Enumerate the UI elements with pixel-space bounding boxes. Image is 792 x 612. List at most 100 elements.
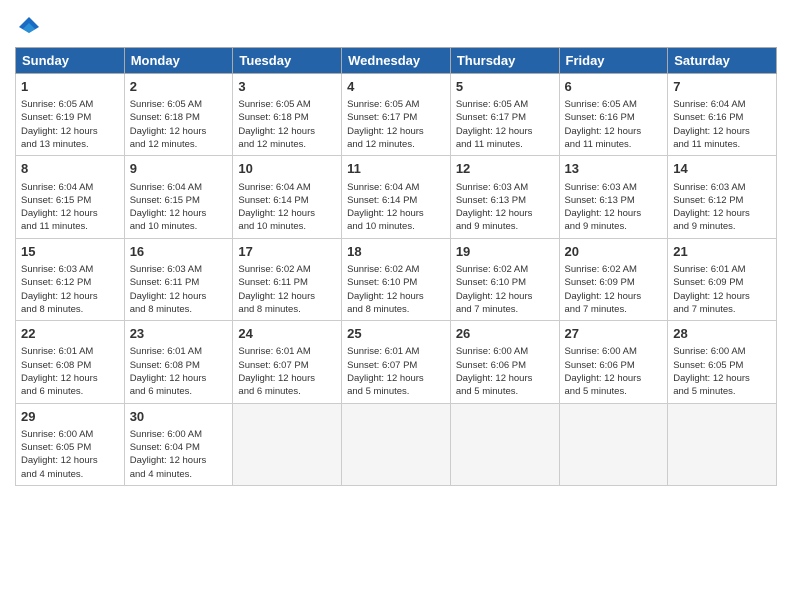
day-info-line: Sunset: 6:07 PM xyxy=(347,359,445,372)
day-info-line: Sunrise: 6:02 AM xyxy=(347,263,445,276)
calendar-cell: 26Sunrise: 6:00 AMSunset: 6:06 PMDayligh… xyxy=(450,321,559,403)
day-info-line: Daylight: 12 hours xyxy=(456,372,554,385)
calendar-cell: 11Sunrise: 6:04 AMSunset: 6:14 PMDayligh… xyxy=(342,156,451,238)
day-info-line: Sunrise: 6:04 AM xyxy=(130,181,228,194)
day-number: 6 xyxy=(565,78,663,96)
day-header-friday: Friday xyxy=(559,48,668,74)
day-info-line: and 5 minutes. xyxy=(347,385,445,398)
calendar-cell: 14Sunrise: 6:03 AMSunset: 6:12 PMDayligh… xyxy=(668,156,777,238)
day-number: 10 xyxy=(238,160,336,178)
day-info-line: Daylight: 12 hours xyxy=(673,290,771,303)
day-number: 9 xyxy=(130,160,228,178)
day-info-line: and 8 minutes. xyxy=(347,303,445,316)
day-info-line: Sunset: 6:10 PM xyxy=(347,276,445,289)
day-info-line: Sunset: 6:11 PM xyxy=(238,276,336,289)
day-info-line: Sunset: 6:12 PM xyxy=(673,194,771,207)
day-info-line: Sunset: 6:17 PM xyxy=(456,111,554,124)
calendar-table: SundayMondayTuesdayWednesdayThursdayFrid… xyxy=(15,47,777,486)
day-info-line: Sunrise: 6:00 AM xyxy=(673,345,771,358)
day-info-line: Daylight: 12 hours xyxy=(238,207,336,220)
day-info-line: Daylight: 12 hours xyxy=(673,125,771,138)
calendar-cell: 19Sunrise: 6:02 AMSunset: 6:10 PMDayligh… xyxy=(450,238,559,320)
day-info-line: Sunrise: 6:02 AM xyxy=(238,263,336,276)
day-info-line: Sunset: 6:17 PM xyxy=(347,111,445,124)
day-info-line: Sunset: 6:08 PM xyxy=(21,359,119,372)
header xyxy=(15,15,777,39)
day-info-line: Daylight: 12 hours xyxy=(130,207,228,220)
day-info-line: and 12 minutes. xyxy=(130,138,228,151)
day-info-line: Sunrise: 6:01 AM xyxy=(347,345,445,358)
day-info-line: and 6 minutes. xyxy=(238,385,336,398)
day-info-line: Daylight: 12 hours xyxy=(347,290,445,303)
day-info-line: and 7 minutes. xyxy=(456,303,554,316)
day-number: 24 xyxy=(238,325,336,343)
day-info-line: and 10 minutes. xyxy=(347,220,445,233)
day-info-line: Daylight: 12 hours xyxy=(456,290,554,303)
day-number: 20 xyxy=(565,243,663,261)
day-info-line: and 5 minutes. xyxy=(456,385,554,398)
day-number: 26 xyxy=(456,325,554,343)
calendar-cell: 1Sunrise: 6:05 AMSunset: 6:19 PMDaylight… xyxy=(16,74,125,156)
day-info-line: Sunrise: 6:04 AM xyxy=(238,181,336,194)
day-number: 18 xyxy=(347,243,445,261)
day-info-line: and 13 minutes. xyxy=(21,138,119,151)
day-info-line: Sunrise: 6:01 AM xyxy=(238,345,336,358)
day-number: 15 xyxy=(21,243,119,261)
day-info-line: Sunrise: 6:01 AM xyxy=(21,345,119,358)
day-info-line: Sunset: 6:13 PM xyxy=(565,194,663,207)
day-info-line: Sunset: 6:18 PM xyxy=(238,111,336,124)
day-info-line: Daylight: 12 hours xyxy=(130,454,228,467)
day-info-line: Sunset: 6:19 PM xyxy=(21,111,119,124)
day-info-line: and 4 minutes. xyxy=(21,468,119,481)
day-number: 7 xyxy=(673,78,771,96)
calendar-week-1: 1Sunrise: 6:05 AMSunset: 6:19 PMDaylight… xyxy=(16,74,777,156)
day-info-line: Sunrise: 6:05 AM xyxy=(21,98,119,111)
calendar-cell: 23Sunrise: 6:01 AMSunset: 6:08 PMDayligh… xyxy=(124,321,233,403)
day-info-line: and 6 minutes. xyxy=(130,385,228,398)
day-info-line: Daylight: 12 hours xyxy=(347,372,445,385)
day-info-line: Daylight: 12 hours xyxy=(21,125,119,138)
calendar-cell: 4Sunrise: 6:05 AMSunset: 6:17 PMDaylight… xyxy=(342,74,451,156)
day-info-line: and 6 minutes. xyxy=(21,385,119,398)
calendar-cell xyxy=(342,403,451,485)
day-info-line: Sunset: 6:18 PM xyxy=(130,111,228,124)
calendar-week-4: 22Sunrise: 6:01 AMSunset: 6:08 PMDayligh… xyxy=(16,321,777,403)
day-info-line: Sunrise: 6:03 AM xyxy=(456,181,554,194)
day-info-line: and 11 minutes. xyxy=(456,138,554,151)
day-number: 16 xyxy=(130,243,228,261)
day-info-line: Daylight: 12 hours xyxy=(456,125,554,138)
calendar-cell: 8Sunrise: 6:04 AMSunset: 6:15 PMDaylight… xyxy=(16,156,125,238)
day-info-line: Sunset: 6:14 PM xyxy=(347,194,445,207)
day-info-line: Sunset: 6:09 PM xyxy=(565,276,663,289)
day-info-line: Sunrise: 6:02 AM xyxy=(456,263,554,276)
calendar-header-row: SundayMondayTuesdayWednesdayThursdayFrid… xyxy=(16,48,777,74)
day-info-line: Sunrise: 6:03 AM xyxy=(21,263,119,276)
day-info-line: Daylight: 12 hours xyxy=(565,372,663,385)
calendar-week-3: 15Sunrise: 6:03 AMSunset: 6:12 PMDayligh… xyxy=(16,238,777,320)
day-info-line: Daylight: 12 hours xyxy=(130,125,228,138)
day-info-line: and 12 minutes. xyxy=(238,138,336,151)
day-info-line: Daylight: 12 hours xyxy=(238,290,336,303)
calendar-cell: 17Sunrise: 6:02 AMSunset: 6:11 PMDayligh… xyxy=(233,238,342,320)
day-info-line: Sunset: 6:06 PM xyxy=(565,359,663,372)
day-header-sunday: Sunday xyxy=(16,48,125,74)
calendar-week-5: 29Sunrise: 6:00 AMSunset: 6:05 PMDayligh… xyxy=(16,403,777,485)
day-info-line: and 12 minutes. xyxy=(347,138,445,151)
day-info-line: Sunrise: 6:05 AM xyxy=(130,98,228,111)
day-info-line: and 9 minutes. xyxy=(565,220,663,233)
day-info-line: Sunset: 6:09 PM xyxy=(673,276,771,289)
calendar-cell: 16Sunrise: 6:03 AMSunset: 6:11 PMDayligh… xyxy=(124,238,233,320)
day-info-line: Daylight: 12 hours xyxy=(21,372,119,385)
page-container: SundayMondayTuesdayWednesdayThursdayFrid… xyxy=(0,0,792,496)
calendar-cell xyxy=(233,403,342,485)
day-info-line: Sunrise: 6:00 AM xyxy=(130,428,228,441)
calendar-cell: 7Sunrise: 6:04 AMSunset: 6:16 PMDaylight… xyxy=(668,74,777,156)
day-header-tuesday: Tuesday xyxy=(233,48,342,74)
day-info-line: Sunrise: 6:01 AM xyxy=(130,345,228,358)
day-info-line: Sunrise: 6:04 AM xyxy=(673,98,771,111)
day-info-line: Sunset: 6:10 PM xyxy=(456,276,554,289)
day-info-line: Sunrise: 6:05 AM xyxy=(456,98,554,111)
day-number: 28 xyxy=(673,325,771,343)
day-info-line: Daylight: 12 hours xyxy=(347,207,445,220)
day-info-line: Sunrise: 6:05 AM xyxy=(565,98,663,111)
